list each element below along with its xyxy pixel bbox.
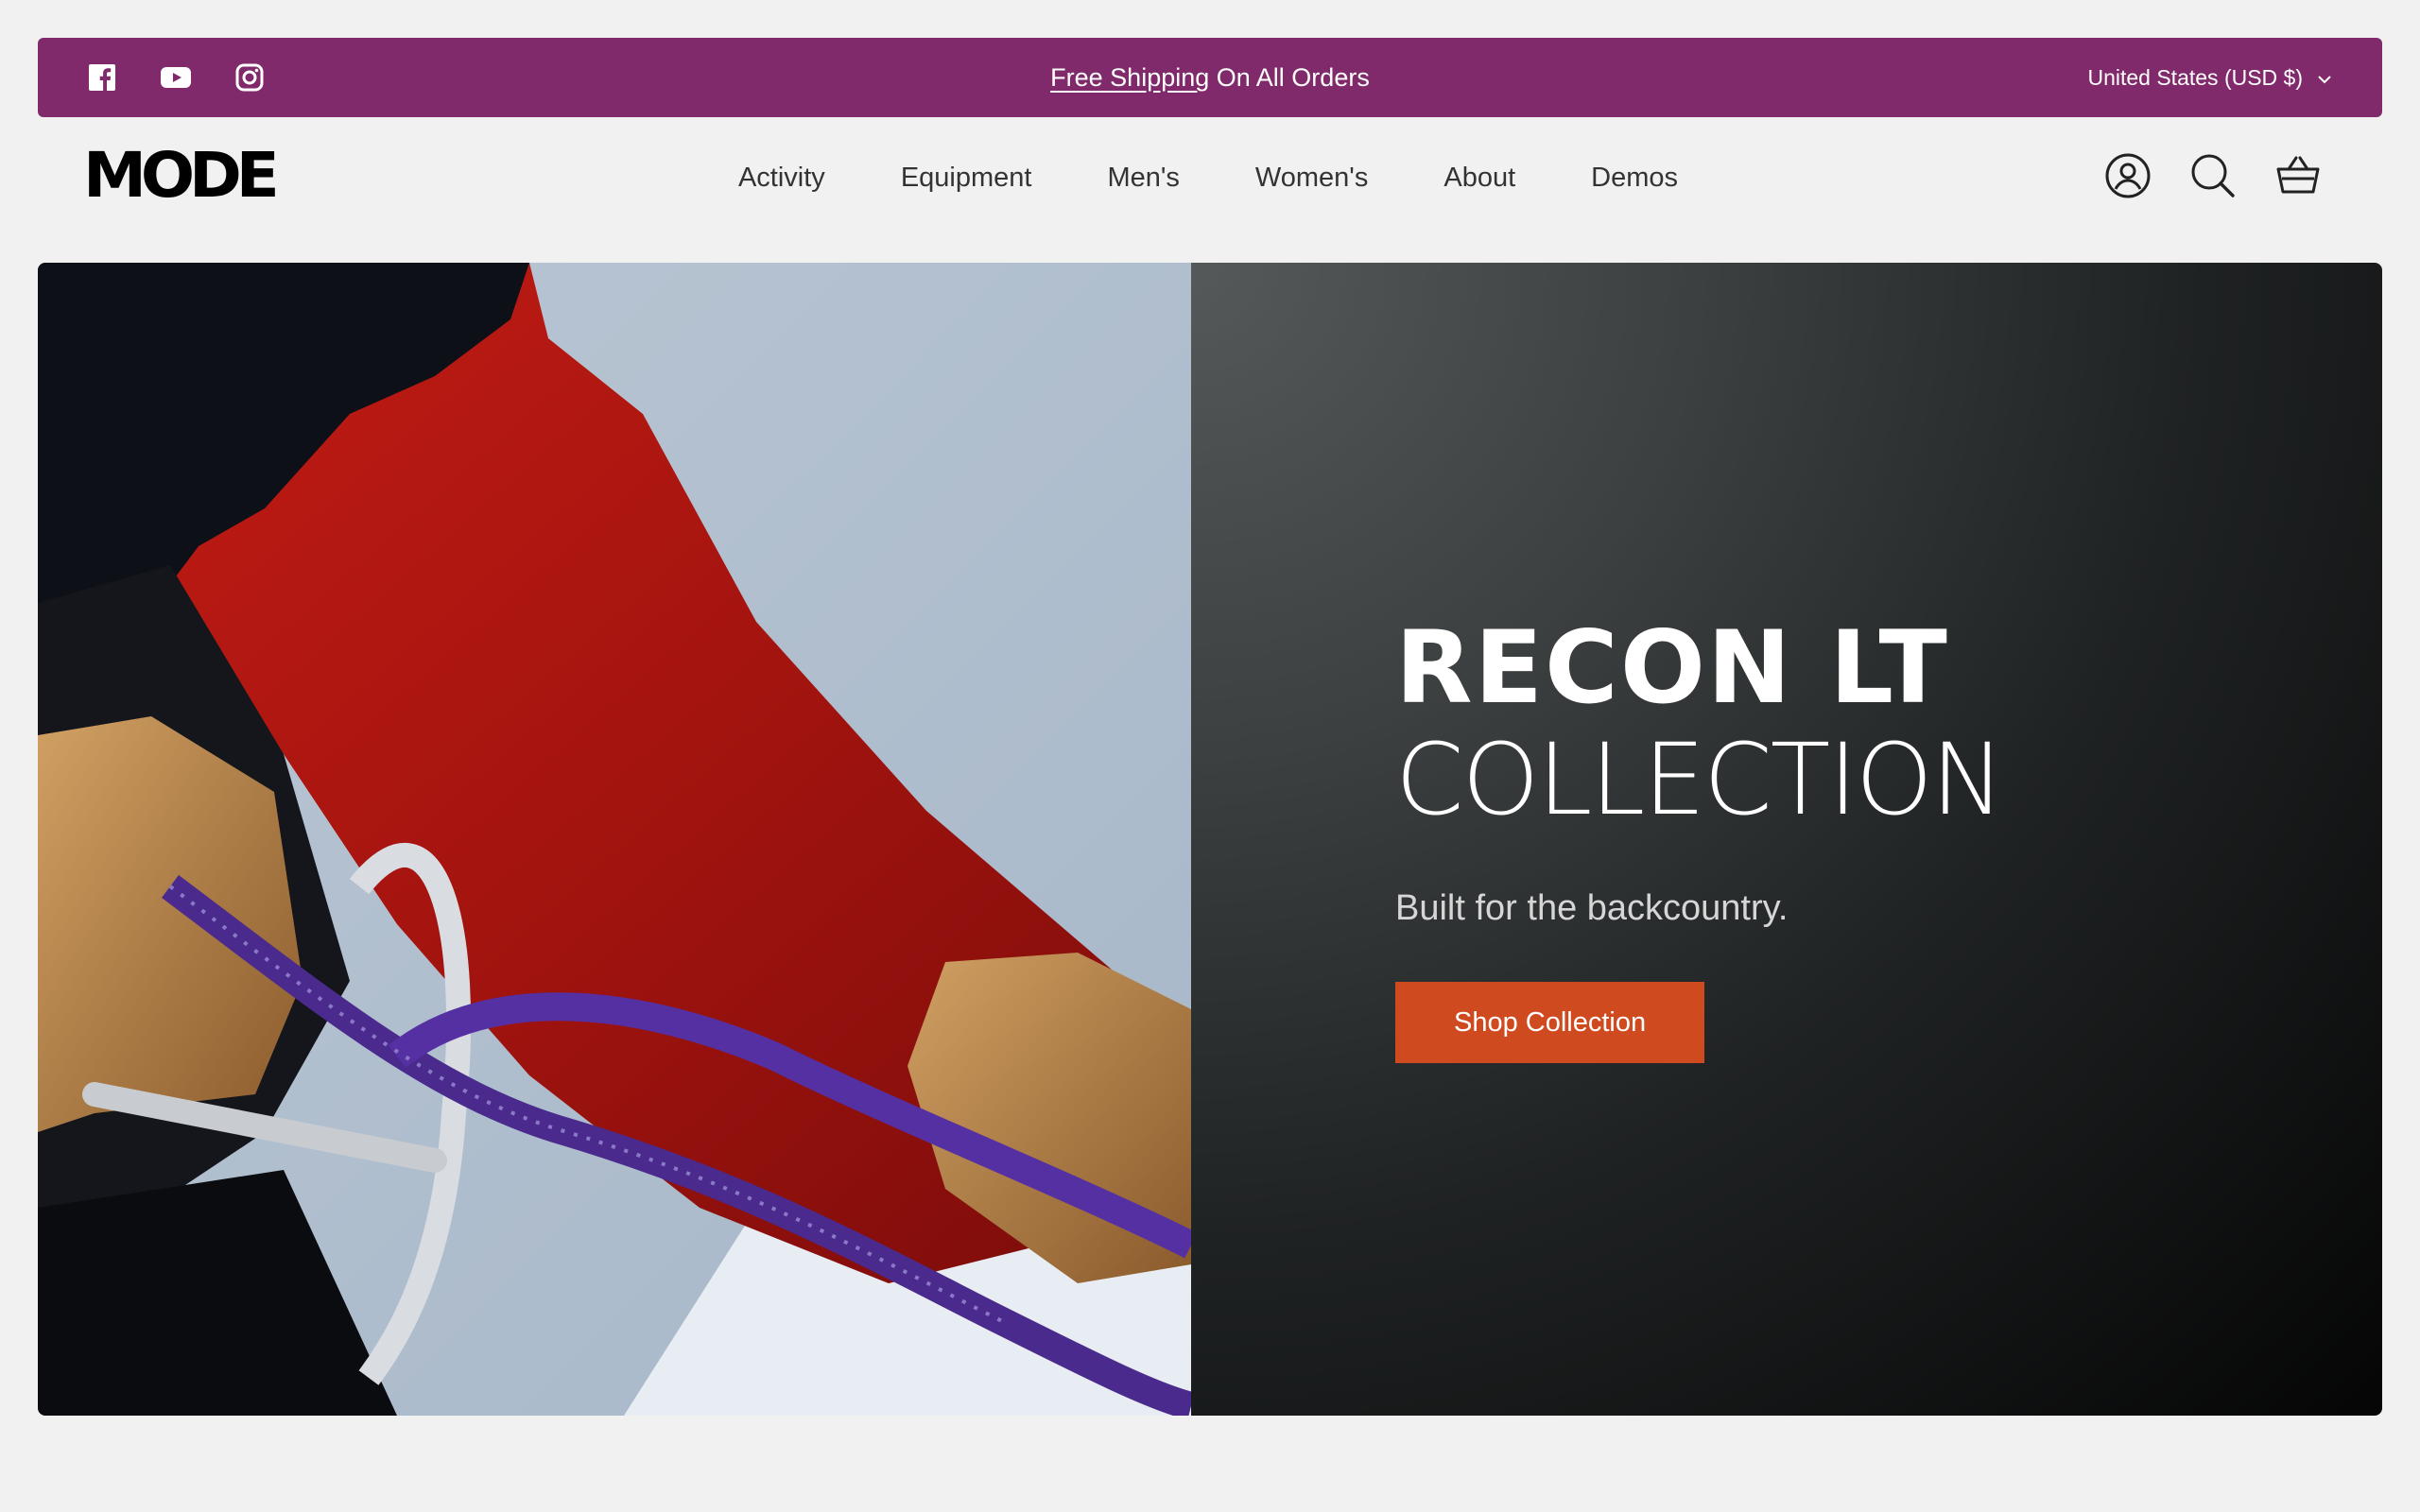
nav-demos[interactable]: Demos [1591, 142, 1678, 214]
nav-activity[interactable]: Activity [738, 142, 825, 214]
main-nav: Activity Equipment Men's Women's About D… [0, 142, 2420, 214]
hero-image [38, 263, 1191, 1416]
search-icon[interactable] [2189, 151, 2237, 200]
nav-equipment[interactable]: Equipment [901, 142, 1032, 214]
currency-label: United States (USD $) [2087, 64, 2303, 90]
announcement-rest-text: On All Orders [1209, 63, 1370, 92]
hero-content: RECON LT COLLECTION Built for the backco… [1395, 610, 2005, 1063]
hero-title: RECON LT [1395, 610, 1949, 726]
nav-mens[interactable]: Men's [1107, 142, 1179, 214]
announcement-bar: Free Shipping On All Orders United State… [38, 38, 2382, 117]
cart-icon[interactable] [2274, 151, 2322, 200]
nav-about[interactable]: About [1443, 142, 1515, 214]
chevron-down-icon [2316, 65, 2333, 91]
hero-subtitle: Built for the backcountry. [1395, 888, 1789, 928]
hero-title-secondary: COLLECTION [1395, 722, 2005, 837]
hero-banner: RECON LT COLLECTION Built for the backco… [38, 263, 2382, 1416]
header-actions [2104, 151, 2322, 200]
free-shipping-link[interactable]: Free Shipping [1050, 63, 1209, 92]
currency-selector[interactable]: United States (USD $) [2087, 38, 2333, 117]
account-icon[interactable] [2104, 151, 2152, 200]
shop-collection-button[interactable]: Shop Collection [1395, 982, 1705, 1063]
announcement-text: Free Shipping On All Orders [38, 38, 2382, 117]
nav-womens[interactable]: Women's [1255, 142, 1368, 214]
hero-text-panel: RECON LT COLLECTION Built for the backco… [1191, 263, 2382, 1416]
